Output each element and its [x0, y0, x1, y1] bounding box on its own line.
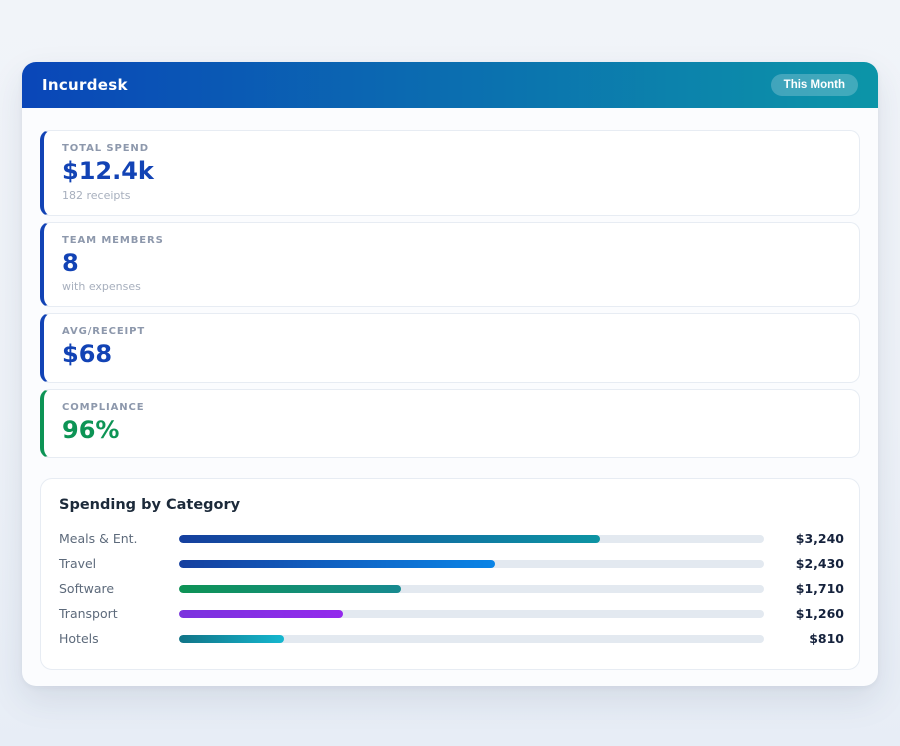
period-badge[interactable]: This Month [771, 74, 858, 96]
stat-card: TEAM MEMBERS 8 with expenses [40, 222, 860, 308]
chart-row: Hotels $810 [59, 626, 844, 651]
bar-fill [179, 635, 284, 643]
stat-subtext: with expenses [62, 280, 841, 293]
chart-title: Spending by Category [59, 497, 844, 513]
chart-row: Software $1,710 [59, 576, 844, 601]
chart-row: Travel $2,430 [59, 551, 844, 576]
category-label: Hotels [59, 631, 167, 646]
stat-subtext: 182 receipts [62, 189, 841, 202]
stat-value: $68 [62, 341, 841, 369]
spending-chart-card: Spending by Category Meals & Ent. $3,240… [40, 478, 860, 670]
category-label: Meals & Ent. [59, 531, 167, 546]
stat-value: $12.4k [62, 158, 841, 186]
bar-fill [179, 535, 600, 543]
category-value: $2,430 [776, 556, 844, 571]
category-value: $810 [776, 631, 844, 646]
chart-row: Meals & Ent. $3,240 [59, 526, 844, 551]
stat-label: AVG/RECEIPT [62, 326, 841, 337]
category-value: $1,260 [776, 606, 844, 621]
dashboard-panel: Incurdesk This Month TOTAL SPEND $12.4k … [22, 62, 878, 686]
bar-fill [179, 585, 401, 593]
category-label: Transport [59, 606, 167, 621]
stat-label: COMPLIANCE [62, 402, 841, 413]
stat-value: 8 [62, 250, 841, 278]
stat-card: COMPLIANCE 96% [40, 389, 860, 459]
chart-row: Transport $1,260 [59, 601, 844, 626]
panel-content: TOTAL SPEND $12.4k 182 receipts TEAM MEM… [22, 108, 878, 670]
category-label: Travel [59, 556, 167, 571]
stat-value: 96% [62, 417, 841, 445]
bar-fill [179, 610, 343, 618]
bar-track [179, 535, 764, 543]
bar-track [179, 610, 764, 618]
bar-track [179, 560, 764, 568]
app-title: Incurdesk [42, 76, 128, 94]
stat-label: TEAM MEMBERS [62, 235, 841, 246]
category-label: Software [59, 581, 167, 596]
header-bar: Incurdesk This Month [22, 62, 878, 108]
bar-track [179, 635, 764, 643]
stat-card: AVG/RECEIPT $68 [40, 313, 860, 383]
stat-label: TOTAL SPEND [62, 143, 841, 154]
category-value: $3,240 [776, 531, 844, 546]
category-value: $1,710 [776, 581, 844, 596]
bar-fill [179, 560, 495, 568]
stat-card: TOTAL SPEND $12.4k 182 receipts [40, 130, 860, 216]
bar-track [179, 585, 764, 593]
